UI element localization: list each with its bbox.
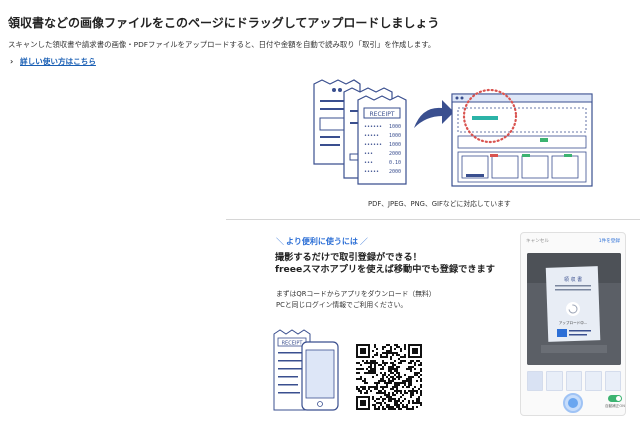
auto-correct-toggle-group: 自動補正ON: [605, 395, 625, 409]
receipt-amount: 0.10: [389, 160, 401, 166]
promo-title-line: 撮影するだけで取引登録ができる！: [275, 252, 422, 263]
receipt-amount: 2000: [389, 151, 401, 157]
svg-text:•••: •••: [364, 160, 373, 166]
promo-body-line: PCと同じログイン情報でご利用ください。: [276, 300, 408, 309]
thumbnail[interactable]: [565, 371, 583, 391]
help-link-text[interactable]: 詳しい使い方はこちら: [20, 56, 96, 67]
curved-arrow-icon: [414, 100, 454, 128]
promo-title: 撮影するだけで取引登録ができる！ freeeスマホアプリを使えば移動中でも登録で…: [275, 252, 495, 276]
thumbnail[interactable]: [527, 371, 544, 391]
thumbnail[interactable]: [585, 371, 602, 391]
phone-count-label: 1件を登録: [598, 239, 620, 244]
promo-heading-text: より便利に使うには: [286, 237, 358, 246]
page-description: スキャンした領収書や請求書の画像・PDFファイルをアップロードすると、日付や金額…: [8, 40, 436, 49]
auto-correct-toggle[interactable]: [607, 395, 622, 402]
promo-body: まずはQRコードからアプリをダウンロード（無料） PCと同じログイン情報でご利用…: [276, 289, 436, 310]
receipt-front-icon: RECEIPT •••••• 1000 ••••• 1000 •••••• 1000 …: [357, 95, 407, 185]
receipt-amount: 1000: [389, 124, 401, 130]
receipt-amount: 1000: [389, 142, 401, 148]
receipt-label: RECEIPT: [370, 111, 395, 118]
supported-formats-note: PDF、JPEG、PNG、GIFなどに対応しています: [368, 200, 511, 208]
thumbnail[interactable]: [604, 371, 622, 391]
section-divider: [226, 219, 640, 220]
promo-body-line: まずはQRコードからアプリをダウンロード（無料）: [276, 290, 436, 298]
receipt-amount: 1000: [389, 133, 401, 139]
shutter-icon: [568, 398, 578, 408]
page-title: 領収書などの画像ファイルをこのページにドラッグしてアップロードしましょう: [8, 16, 440, 30]
promo-heading: ＼ より便利に使うには ／: [276, 237, 368, 246]
receipt-amount: 2000: [389, 169, 401, 175]
camera-receipt-icon: 領 収 書 アップロード中...: [527, 253, 621, 365]
svg-text:•••••: •••••: [364, 169, 379, 175]
svg-text:•••••: •••••: [364, 133, 379, 139]
phone-receipt-illustration: RECEIPT: [273, 329, 339, 411]
svg-text:•••: •••: [364, 151, 373, 157]
camera-upload-label: アップロード中...: [559, 320, 588, 325]
phone-cancel-label: キャンセル: [526, 239, 549, 244]
thumbnail[interactable]: [546, 371, 563, 391]
phone-camera-view: 領 収 書 アップロード中...: [527, 253, 621, 365]
promo-title-line: freeeスマホアプリを使えば移動中でも登録できます: [275, 264, 495, 275]
qr-code-icon: [356, 344, 422, 410]
help-link[interactable]: › 詳しい使い方はこちら: [10, 56, 96, 67]
phone-app-preview: キャンセル 1件を登録 領 収 書 アップロード中... 自動補正ON: [520, 232, 626, 416]
browser-window-icon: [451, 88, 593, 187]
phone-receipt-label: RECEIPT: [282, 341, 304, 347]
phone-top-bar: キャンセル 1件を登録: [521, 233, 625, 249]
chevron-right-icon: ›: [10, 57, 14, 66]
phone-thumbnail-strip: [527, 371, 622, 391]
camera-receipt-title: 領 収 書: [564, 276, 582, 283]
auto-correct-label: 自動補正ON: [605, 404, 625, 408]
svg-text:••••••: ••••••: [364, 124, 382, 130]
svg-text:••••••: ••••••: [364, 142, 382, 148]
upload-illustration: RECEIPT •••••• 1000 ••••• 1000 •••••• 1000 …: [313, 79, 593, 187]
shutter-button[interactable]: [563, 393, 583, 413]
